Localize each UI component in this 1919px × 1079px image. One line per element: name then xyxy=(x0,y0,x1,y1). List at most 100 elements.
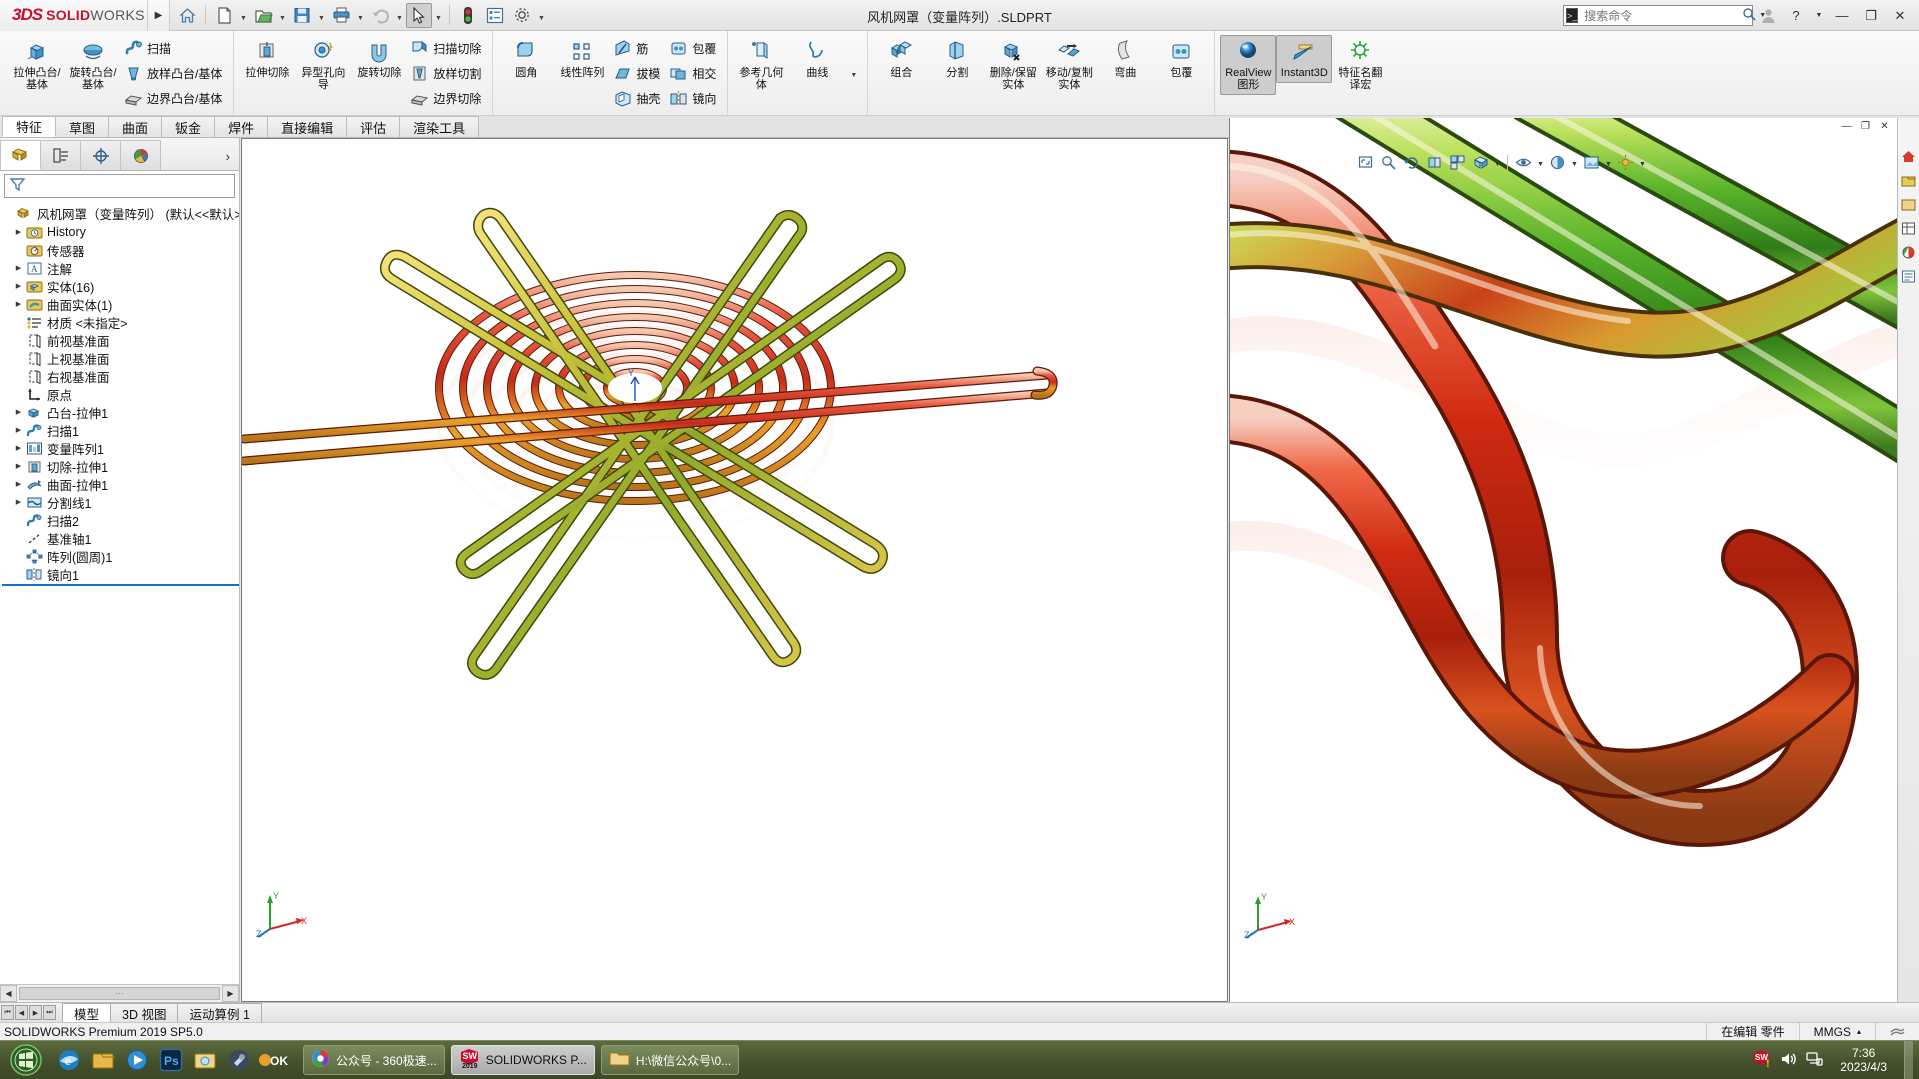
view-settings-caret-icon[interactable]: ▼ xyxy=(1638,152,1647,173)
tree-item[interactable]: 前视基准面 xyxy=(0,331,239,349)
feature-tree-filter[interactable] xyxy=(4,174,235,198)
tab-model[interactable]: 模型 xyxy=(62,1003,112,1022)
property-manager-tab[interactable] xyxy=(40,140,81,170)
draft-button[interactable]: 拔模 xyxy=(610,61,666,85)
tab-evaluate[interactable]: 评估 xyxy=(346,116,401,137)
instant3d-button[interactable]: Instant3D xyxy=(1276,35,1333,83)
tree-item[interactable]: ▶ 扫描1 xyxy=(0,421,239,439)
expand-arrow-icon[interactable]: ▶ xyxy=(12,408,25,416)
media-player-icon[interactable] xyxy=(120,1041,154,1079)
delete-keep-body-button[interactable]: 删除/保留实体 xyxy=(985,35,1041,95)
section-view-icon[interactable] xyxy=(1424,152,1445,173)
search-input[interactable] xyxy=(1578,8,1740,23)
tab-features[interactable]: 特征 xyxy=(2,116,57,137)
doc-minimize-button[interactable]: — xyxy=(1838,119,1855,134)
close-button[interactable]: ✕ xyxy=(1887,4,1913,28)
loft-boss-button[interactable]: 放样凸台/基体 xyxy=(121,61,228,85)
combine-button[interactable]: 组合 xyxy=(873,35,929,83)
taskbar-clock[interactable]: 7:36 2023/4/3 xyxy=(1832,1046,1895,1074)
curves-button[interactable]: 曲线 xyxy=(789,35,845,83)
revolve-cut-button[interactable]: 旋转切除 xyxy=(351,35,407,83)
save-caret[interactable]: ▼ xyxy=(316,3,327,28)
volume-icon[interactable] xyxy=(1780,1051,1797,1070)
expand-arrow-icon[interactable]: ▶ xyxy=(12,228,25,236)
tree-item[interactable]: 材质 <未指定> xyxy=(0,313,239,331)
wrap-button[interactable]: 包覆 xyxy=(666,36,722,60)
wrap2-button[interactable]: 包覆 xyxy=(1153,35,1209,83)
hide-show-caret-icon[interactable]: ▼ xyxy=(1536,152,1545,173)
split-button[interactable]: 分割 xyxy=(929,35,985,83)
select-caret[interactable]: ▼ xyxy=(433,3,444,28)
move-copy-body-button[interactable]: 移动/复制实体 xyxy=(1041,35,1097,95)
print-icon[interactable] xyxy=(328,3,354,28)
linear-pattern-button[interactable]: 线性阵列 xyxy=(554,35,610,83)
rebuild-traffic-light-icon[interactable] xyxy=(455,3,481,28)
properties-icon[interactable] xyxy=(482,3,508,28)
tree-item[interactable]: 右视基准面 xyxy=(0,367,239,385)
tree-item[interactable]: ▶ 变量阵列1 xyxy=(0,439,239,457)
help-caret-icon[interactable]: ▼ xyxy=(1812,4,1826,28)
edit-appearance-icon[interactable] xyxy=(1547,152,1568,173)
fillet-button[interactable]: 圆角 xyxy=(498,35,554,83)
tab-motion-study[interactable]: 运动算例 1 xyxy=(177,1003,262,1022)
save-icon[interactable] xyxy=(289,3,315,28)
feature-tree-tab[interactable] xyxy=(0,140,41,170)
expand-arrow-icon[interactable]: ▶ xyxy=(12,264,25,272)
tree-item[interactable]: 阵列(圆周)1 xyxy=(0,547,239,565)
tree-item[interactable]: 基准轴1 xyxy=(0,529,239,547)
feature-manager-more-icon[interactable]: › xyxy=(226,149,239,170)
status-sheet-icon[interactable] xyxy=(1875,1022,1919,1041)
tree-item[interactable]: ▶ 分割线1 xyxy=(0,493,239,511)
custom-properties-icon[interactable] xyxy=(1900,268,1917,285)
tree-root-item[interactable]: 风机网罩（变量阵列） (默认<<默认>_ xyxy=(0,203,239,223)
expand-arrow-icon[interactable]: ▶ xyxy=(12,480,25,488)
tree-item[interactable]: ▶ 实体(16) xyxy=(0,277,239,295)
show-desktop-button[interactable] xyxy=(1904,1040,1913,1079)
select-cursor-icon[interactable] xyxy=(406,2,432,28)
tree-item[interactable]: ▶ 凸台-拉伸1 xyxy=(0,403,239,421)
tree-item[interactable]: 上视基准面 xyxy=(0,349,239,367)
restore-button[interactable]: ❐ xyxy=(1858,4,1884,28)
feature-tree-hscrollbar[interactable]: ◀ ⋯ ▶ xyxy=(0,984,239,1002)
user-account-icon[interactable] xyxy=(1756,4,1780,28)
taskbar-window-chrome[interactable]: 公众号 - 360极速... xyxy=(303,1045,445,1075)
tab-weldments[interactable]: 焊件 xyxy=(214,116,269,137)
folder2-icon[interactable] xyxy=(188,1041,222,1079)
tab-surfaces[interactable]: 曲面 xyxy=(108,116,163,137)
tree-item[interactable]: 扫描2 xyxy=(0,511,239,529)
expand-arrow-icon[interactable]: ▶ xyxy=(12,426,25,434)
display-style-icon[interactable] xyxy=(1470,152,1491,173)
feature-tree[interactable]: 风机网罩（变量阵列） (默认<<默认>_ ▶ History 传感器 ▶ A 注解 ▶ 实体(… xyxy=(0,200,239,984)
tree-item[interactable]: 传感器 xyxy=(0,241,239,259)
file-explorer-icon[interactable] xyxy=(1900,196,1917,213)
scroll-thumb[interactable]: ⋯ xyxy=(19,987,220,1000)
apply-scene-icon[interactable] xyxy=(1581,152,1602,173)
tab-3d-views[interactable]: 3D 视图 xyxy=(110,1003,179,1022)
display-style-caret-icon[interactable]: ▼ xyxy=(1493,152,1502,173)
revolve-boss-button[interactable]: 旋转凸台/基体 xyxy=(65,35,121,95)
photoshop-icon[interactable]: Ps xyxy=(154,1041,188,1079)
home-icon[interactable] xyxy=(174,3,200,28)
hole-wizard-button[interactable]: 异型孔向导 xyxy=(295,35,351,95)
tree-item[interactable]: ▶ A 注解 xyxy=(0,259,239,277)
open-caret[interactable]: ▼ xyxy=(277,3,288,28)
graphics-viewport-right[interactable]: Y X Z xyxy=(1229,118,1919,1002)
display-manager-tab[interactable] xyxy=(120,140,161,170)
apply-scene-caret-icon[interactable]: ▼ xyxy=(1604,152,1613,173)
rollback-bar[interactable] xyxy=(2,584,239,586)
tool-icon[interactable] xyxy=(222,1041,256,1079)
tree-item[interactable]: 镜向1 xyxy=(0,565,239,583)
status-units-caret-icon[interactable]: ▴ xyxy=(1857,1027,1861,1036)
boundary-boss-button[interactable]: 边界凸台/基体 xyxy=(121,86,228,110)
nav-prev-icon[interactable]: ◀ xyxy=(15,1005,28,1020)
extrude-boss-button[interactable]: 拉伸凸台/基体 xyxy=(9,35,65,95)
reference-geometry-button[interactable]: 参考几何体 xyxy=(733,35,789,95)
tab-render-tools[interactable]: 渲染工具 xyxy=(399,116,480,137)
flex-button[interactable]: 弯曲 xyxy=(1097,35,1153,83)
view-settings-icon[interactable] xyxy=(1615,152,1636,173)
tree-item[interactable]: ▶ 曲面实体(1) xyxy=(0,295,239,313)
zoom-to-fit-icon[interactable] xyxy=(1355,152,1376,173)
tab-direct-editing[interactable]: 直接编辑 xyxy=(267,116,348,137)
loft-cut-button[interactable]: 放样切割 xyxy=(407,61,487,85)
network-icon[interactable] xyxy=(1806,1051,1823,1070)
